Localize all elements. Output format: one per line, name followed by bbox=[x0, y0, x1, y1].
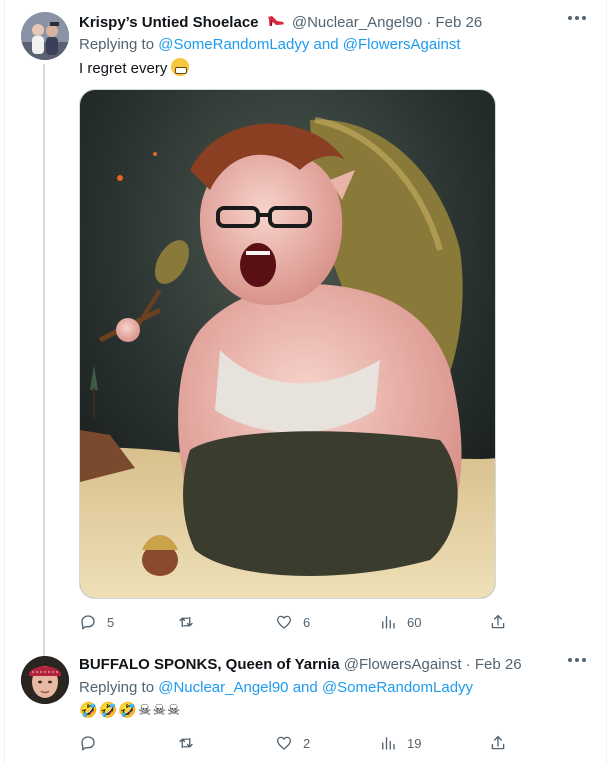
like-button[interactable]: 6 bbox=[275, 612, 310, 632]
display-name[interactable]: Krispy’s Untied Shoelace bbox=[79, 14, 259, 31]
avatar[interactable] bbox=[21, 656, 69, 704]
view-count: 60 bbox=[407, 615, 421, 630]
more-options-icon[interactable] bbox=[568, 658, 586, 664]
replying-to-label: Replying to bbox=[79, 679, 154, 696]
like-count: 6 bbox=[303, 615, 310, 630]
tweet-header: Krispy’s Untied Shoelace @Nuclear_Angel9… bbox=[79, 13, 482, 33]
like-button[interactable]: 2 bbox=[275, 733, 310, 753]
avatar-photo bbox=[21, 656, 69, 704]
user-handle[interactable]: @Nuclear_Angel90 bbox=[292, 14, 422, 31]
replying-to: Replying to @SomeRandomLadyy and @Flower… bbox=[79, 35, 461, 55]
views-chart-icon bbox=[379, 613, 397, 631]
tweet-header: BUFFALO SPONKS, Queen of Yarnia @Flowers… bbox=[79, 655, 522, 675]
tweet-date[interactable]: · Feb 26 bbox=[426, 14, 482, 31]
tweet-actions: 2 19 bbox=[79, 733, 509, 753]
tweet-text: I regret every bbox=[79, 58, 189, 79]
user-handle[interactable]: @FlowersAgainst bbox=[344, 656, 462, 673]
replying-to-label: Replying to bbox=[79, 36, 154, 53]
heart-icon bbox=[275, 734, 293, 752]
share-button[interactable] bbox=[489, 612, 507, 632]
timeline-column: Krispy’s Untied Shoelace @Nuclear_Angel9… bbox=[4, 0, 607, 765]
mention-link[interactable]: @SomeRandomLadyy bbox=[322, 679, 473, 696]
like-count: 2 bbox=[303, 736, 310, 751]
reply-icon bbox=[79, 734, 97, 752]
avatar-photo bbox=[21, 12, 69, 60]
reply-count: 5 bbox=[107, 615, 114, 630]
display-name[interactable]: BUFFALO SPONKS, Queen of Yarnia bbox=[79, 656, 340, 673]
reply-button[interactable] bbox=[79, 733, 107, 753]
tweet[interactable]: BUFFALO SPONKS, Queen of Yarnia @Flowers… bbox=[5, 646, 608, 765]
reply-icon bbox=[79, 613, 97, 631]
share-icon bbox=[489, 734, 507, 752]
mention-link[interactable]: @Nuclear_Angel90 bbox=[158, 679, 288, 696]
avatar[interactable] bbox=[21, 12, 69, 60]
replying-to: Replying to @Nuclear_Angel90 and @SomeRa… bbox=[79, 678, 473, 698]
tweet-media-image[interactable] bbox=[79, 89, 496, 599]
retweet-icon bbox=[177, 613, 195, 631]
share-button[interactable] bbox=[489, 733, 507, 753]
ai-art-illustration bbox=[80, 90, 496, 599]
tweet-text-body: I regret every bbox=[79, 60, 167, 77]
tweet[interactable]: Krispy’s Untied Shoelace @Nuclear_Angel9… bbox=[5, 0, 608, 646]
view-count: 19 bbox=[407, 736, 421, 751]
mention-and: and bbox=[293, 679, 318, 696]
grimacing-face-icon bbox=[171, 58, 189, 76]
views-chart-icon bbox=[379, 734, 397, 752]
retweet-icon bbox=[177, 734, 195, 752]
share-icon bbox=[489, 613, 507, 631]
tweet-date[interactable]: · Feb 26 bbox=[466, 656, 522, 673]
heart-icon bbox=[275, 613, 293, 631]
views-button[interactable]: 19 bbox=[379, 733, 421, 753]
high-heel-shoe-icon bbox=[267, 14, 285, 28]
views-button[interactable]: 60 bbox=[379, 612, 421, 632]
thread-connector bbox=[43, 64, 45, 656]
reply-button[interactable]: 5 bbox=[79, 612, 114, 632]
tweet-actions: 5 6 60 bbox=[79, 612, 509, 632]
retweet-button[interactable] bbox=[177, 733, 205, 753]
mention-link[interactable]: @SomeRandomLadyy bbox=[158, 36, 309, 53]
more-options-icon[interactable] bbox=[568, 16, 586, 22]
retweet-button[interactable] bbox=[177, 612, 205, 632]
mention-and: and bbox=[314, 36, 339, 53]
tweet-text: 🤣🤣🤣☠☠☠ bbox=[79, 701, 181, 721]
mention-link[interactable]: @FlowersAgainst bbox=[343, 36, 461, 53]
